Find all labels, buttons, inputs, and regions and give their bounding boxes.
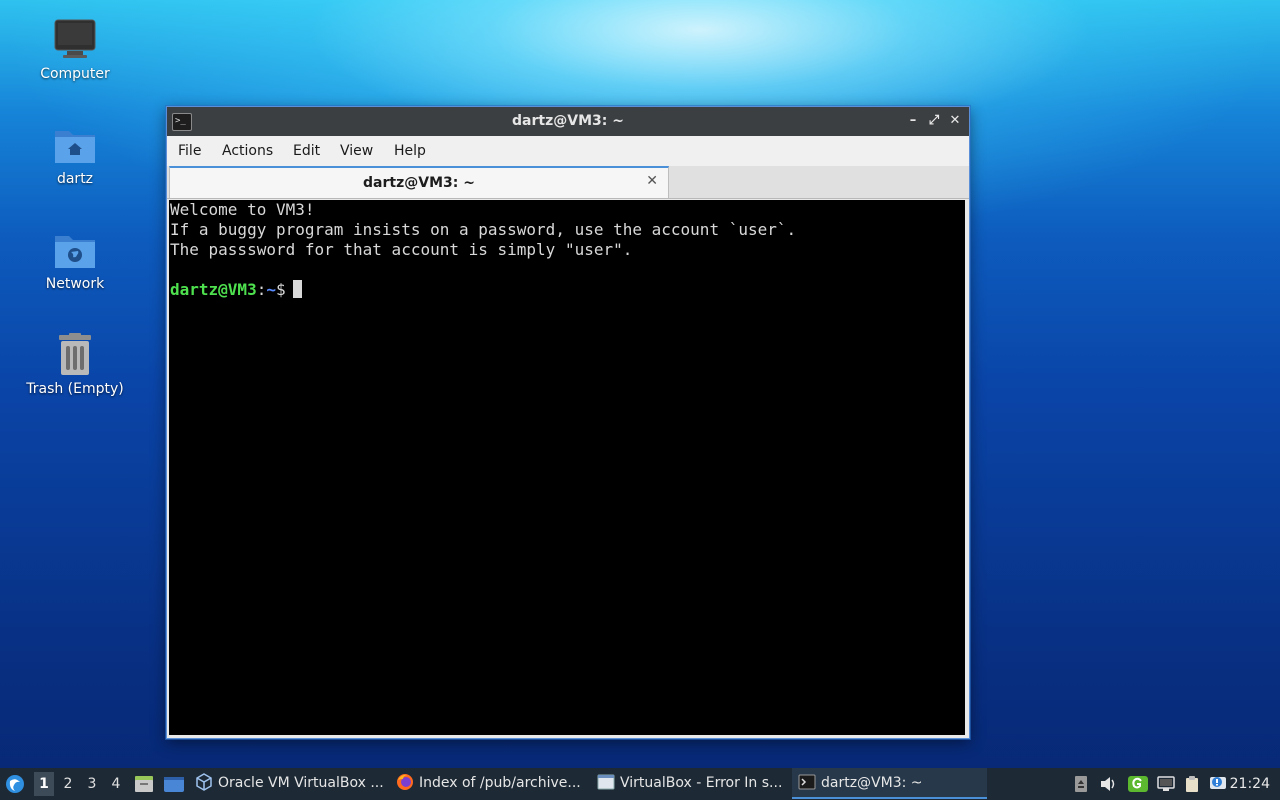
network-icon[interactable] bbox=[1156, 775, 1176, 793]
virtualbox-icon bbox=[195, 772, 213, 791]
desktop-icon-label: Network bbox=[45, 276, 105, 292]
task-label: Index of /pub/archive... bbox=[419, 775, 581, 791]
menu-actions[interactable]: Actions bbox=[222, 143, 273, 159]
task-label: VirtualBox - Error In s... bbox=[620, 775, 783, 791]
notification-icon[interactable] bbox=[1209, 775, 1227, 793]
task-virtualbox-error[interactable]: VirtualBox - Error In s... bbox=[597, 768, 789, 799]
network-folder-icon bbox=[53, 228, 97, 272]
maximize-button[interactable]: ⤢ bbox=[925, 112, 943, 130]
terminal-prompt-line: dartz@VM3:~$ bbox=[170, 280, 302, 300]
menu-help[interactable]: Help bbox=[394, 143, 426, 159]
terminal-line: If a buggy program insists on a password… bbox=[170, 220, 797, 239]
firefox-icon bbox=[396, 772, 414, 790]
prompt-path: ~ bbox=[266, 280, 276, 299]
terminal-window[interactable]: >_ dartz@VM3: ~ – ⤢ ✕ File Actions Edit … bbox=[166, 106, 970, 739]
tab-terminal[interactable]: dartz@VM3: ~ ✕ bbox=[169, 166, 669, 198]
computer-icon bbox=[53, 18, 97, 62]
menu-view[interactable]: View bbox=[340, 143, 373, 159]
desktop-icon-network[interactable]: Network bbox=[15, 228, 135, 292]
menu-edit[interactable]: Edit bbox=[293, 143, 320, 159]
terminal-line: Welcome to VM3! bbox=[170, 200, 315, 219]
desktop-icon-label: Computer bbox=[40, 66, 110, 82]
prompt-user: dartz@VM3 bbox=[170, 280, 257, 299]
prompt-symbol: $ bbox=[275, 280, 286, 299]
window-title: dartz@VM3: ~ bbox=[512, 113, 624, 129]
home-folder-icon bbox=[53, 123, 97, 167]
task-label: dartz@VM3: ~ bbox=[821, 775, 923, 791]
taskbar: 1 2 3 4 Oracle VM VirtualBox ... Index o… bbox=[0, 768, 1280, 800]
text-cursor bbox=[292, 280, 302, 298]
menu-file[interactable]: File bbox=[178, 143, 201, 159]
storage-icon[interactable] bbox=[1072, 775, 1090, 793]
task-virtualbox-manager[interactable]: Oracle VM VirtualBox ... bbox=[195, 768, 387, 799]
close-button[interactable]: ✕ bbox=[946, 112, 964, 130]
task-label: Oracle VM VirtualBox ... bbox=[218, 775, 384, 791]
window-icon bbox=[597, 772, 615, 790]
update-icon[interactable] bbox=[1127, 775, 1149, 793]
window-titlebar[interactable]: >_ dartz@VM3: ~ – ⤢ ✕ bbox=[167, 107, 969, 136]
task-terminal[interactable]: dartz@VM3: ~ bbox=[792, 768, 987, 799]
workspace-2[interactable]: 2 bbox=[58, 772, 78, 796]
terminal-line: The passsword for that account is simply… bbox=[170, 240, 633, 259]
workspace-4[interactable]: 4 bbox=[106, 772, 126, 796]
workspace-1[interactable]: 1 bbox=[34, 772, 54, 796]
tab-bar: dartz@VM3: ~ ✕ bbox=[167, 166, 969, 199]
volume-icon[interactable] bbox=[1099, 775, 1117, 793]
start-menu-icon[interactable] bbox=[5, 774, 25, 794]
clipboard-icon[interactable] bbox=[1183, 775, 1201, 793]
desktop-icon-trash[interactable]: Trash (Empty) bbox=[15, 333, 135, 397]
workspace-3[interactable]: 3 bbox=[82, 772, 102, 796]
desktop-icon-label: dartz bbox=[56, 171, 94, 187]
desktop-icon-home[interactable]: dartz bbox=[15, 123, 135, 187]
file-manager-icon[interactable] bbox=[134, 775, 154, 793]
tab-close-icon[interactable]: ✕ bbox=[646, 173, 658, 189]
trash-icon bbox=[53, 333, 97, 377]
show-desktop-icon[interactable] bbox=[163, 776, 185, 793]
task-firefox[interactable]: Index of /pub/archive... bbox=[396, 768, 588, 799]
terminal-output[interactable]: Welcome to VM3! If a buggy program insis… bbox=[169, 200, 965, 735]
minimize-button[interactable]: – bbox=[904, 112, 922, 130]
terminal-icon bbox=[798, 772, 816, 790]
desktop-icon-label: Trash (Empty) bbox=[26, 381, 124, 397]
tab-label: dartz@VM3: ~ bbox=[363, 175, 475, 191]
desktop-icon-computer[interactable]: Computer bbox=[15, 18, 135, 82]
clock[interactable]: 21:24 bbox=[1230, 768, 1270, 800]
desktop: Computer dartz Network Trash (Empty) >_ … bbox=[0, 0, 1280, 800]
prompt-colon: : bbox=[256, 280, 267, 299]
menu-bar: File Actions Edit View Help bbox=[167, 136, 969, 166]
